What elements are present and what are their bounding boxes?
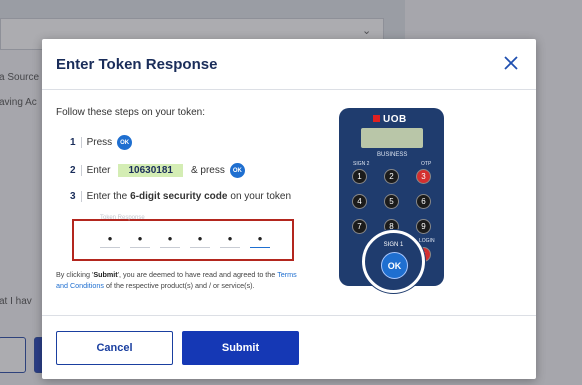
token-digit-3[interactable] <box>160 229 180 248</box>
dialog-title: Enter Token Response <box>56 56 218 73</box>
device-screen <box>361 128 423 148</box>
step-number: 3 <box>70 191 82 202</box>
key-5: 5 <box>384 194 399 209</box>
token-response-dialog: Enter Token Response Follow these steps … <box>42 39 536 379</box>
ok-button-icon: OK <box>229 163 245 178</box>
sign2-label: SIGN 2 <box>353 161 370 167</box>
sign1-label: SIGN 1 <box>383 242 404 248</box>
step-text-post: on your token <box>230 191 292 202</box>
footer-divider <box>42 315 536 316</box>
key-3: 3 <box>416 169 431 184</box>
key-2: 2 <box>384 169 399 184</box>
brand-name: UOB <box>383 114 407 125</box>
token-digit-2[interactable] <box>130 229 150 248</box>
key-7: 7 <box>352 219 367 234</box>
key-4: 4 <box>352 194 367 209</box>
step-text-post: & press <box>190 165 225 176</box>
ok-button-icon: OK <box>117 135 133 150</box>
token-digit-1[interactable] <box>100 229 120 248</box>
key-9: 9 <box>416 219 431 234</box>
close-icon[interactable] <box>500 52 522 74</box>
step-1: 1 Press OK <box>70 135 133 150</box>
token-digit-4[interactable] <box>190 229 210 248</box>
terms-text-mid: ', you are deemed to have read and agree… <box>117 270 276 279</box>
uob-logo: UOB <box>373 114 407 125</box>
step-2: 2 Enter 10630181 & press OK <box>70 163 245 178</box>
header-divider <box>42 89 536 90</box>
key-6: 6 <box>416 194 431 209</box>
step-text: Enter <box>86 165 111 176</box>
challenge-code: 10630181 <box>118 164 183 177</box>
submit-button[interactable]: Submit <box>182 331 299 365</box>
step-text-bold: 6-digit security code <box>130 191 228 202</box>
step-number: 2 <box>70 165 82 176</box>
device-mode-label: BUSINESS <box>377 152 408 158</box>
step-text: Enter the <box>86 191 128 202</box>
step-3: 3 Enter the 6-digit security code on you… <box>70 191 291 202</box>
token-digit-6[interactable] <box>250 229 270 248</box>
step-text: Press <box>86 137 113 148</box>
cancel-button[interactable]: Cancel <box>56 331 173 365</box>
token-digit-5[interactable] <box>220 229 240 248</box>
otp-label: OTP <box>421 161 432 167</box>
token-response-label: Token Response <box>100 215 145 221</box>
terms-text-post: of the respective product(s) and / or se… <box>105 281 255 290</box>
ok-key-icon: OK <box>381 252 408 279</box>
terms-notice: By clicking 'Submit', you are deemed to … <box>56 269 306 291</box>
sign1-ok-zoom: SIGN 1 OK <box>362 230 425 293</box>
key-1: 1 <box>352 169 367 184</box>
step-number: 1 <box>70 137 82 148</box>
terms-text-bold: Submit <box>93 270 118 279</box>
terms-text-pre: By clicking ' <box>56 270 94 279</box>
steps-intro: Follow these steps on your token: <box>56 107 205 118</box>
